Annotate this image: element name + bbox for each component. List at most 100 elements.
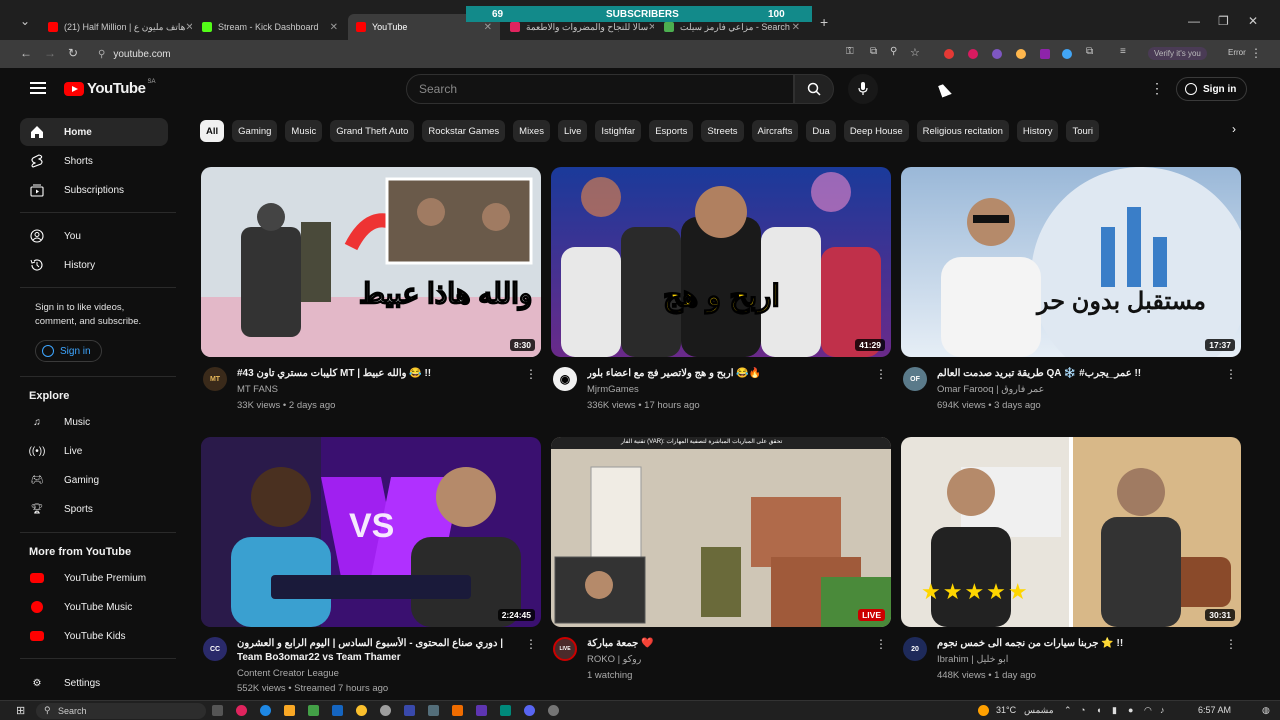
file-explorer-icon[interactable] <box>284 705 295 716</box>
sidebar-item-gaming[interactable]: 🎮︎ Gaming <box>20 466 168 494</box>
chip-all[interactable]: All <box>200 120 225 142</box>
sidebar-item-home[interactable]: Home <box>20 118 168 146</box>
sidebar-item-you[interactable]: You <box>20 222 168 250</box>
video-thumbnail[interactable]: ★★★★★ 30:31 <box>901 437 1241 627</box>
channel-name[interactable]: Content Creator League <box>237 668 339 679</box>
chip-istighfar[interactable]: Istighfar <box>595 120 642 142</box>
weather-temp[interactable]: 31°C <box>996 705 1016 715</box>
close-icon[interactable]: ✕ <box>648 22 654 33</box>
tray-chevron-icon[interactable]: ⌃ <box>1064 705 1072 716</box>
chevron-right-icon[interactable]: › <box>1232 122 1236 136</box>
app-icon[interactable] <box>404 705 415 716</box>
settings-app-icon[interactable] <box>548 705 559 716</box>
video-thumbnail[interactable]: والله هاذا عبيط 8:30 <box>201 167 541 357</box>
channel-name[interactable]: Ibrahim | ابو خليل <box>937 654 1008 665</box>
zoom-icon[interactable]: ⚲ <box>890 46 897 57</box>
sidebar-item-subscriptions[interactable]: Subscriptions <box>20 176 168 204</box>
channel-avatar[interactable]: OF <box>903 367 927 391</box>
new-tab-icon[interactable]: + <box>820 14 828 30</box>
edge-icon[interactable] <box>260 705 271 716</box>
address-bar[interactable]: ⚲ youtube.com <box>92 44 842 64</box>
minimize-icon[interactable]: — <box>1188 14 1200 28</box>
site-info-icon[interactable]: ⚲ <box>98 49 105 60</box>
extension-icon[interactable] <box>1062 49 1072 59</box>
video-title[interactable]: دوري صناع المحتوى - الأسبوع السادس | الي… <box>237 637 527 665</box>
media-controls-icon[interactable]: ≡ <box>1120 46 1126 57</box>
weather-desc[interactable]: مشمس <box>1024 705 1054 716</box>
video-options-icon[interactable]: ⋮ <box>525 367 537 381</box>
verify-chip[interactable]: Verify it's you <box>1148 47 1207 60</box>
chip-gaming[interactable]: Gaming <box>232 120 278 142</box>
video-card[interactable]: تقنية الفار (VAR): تحقق على المباريات ال… <box>551 437 891 687</box>
channel-name[interactable]: MT FANS <box>237 384 278 395</box>
extension-icon[interactable] <box>944 49 954 59</box>
channel-avatar[interactable]: 20 <box>903 637 927 661</box>
channel-name[interactable]: MjrmGames <box>587 384 639 395</box>
sidebar-item-youtube-premium[interactable]: YouTube Premium <box>20 564 168 592</box>
password-icon[interactable]: ⚿ <box>846 46 854 57</box>
chrome-icon[interactable] <box>356 705 367 716</box>
reload-icon[interactable]: ↻ <box>68 46 78 60</box>
sidebar-item-youtube-kids[interactable]: YouTube Kids <box>20 622 168 650</box>
video-thumbnail[interactable]: VS 2:24:45 <box>201 437 541 627</box>
search-button[interactable] <box>794 74 834 104</box>
close-icon[interactable]: ✕ <box>484 22 492 33</box>
video-options-icon[interactable]: ⋮ <box>525 637 537 651</box>
sidebar-item-music[interactable]: ♫ Music <box>20 408 168 436</box>
video-options-icon[interactable]: ⋮ <box>1225 637 1237 651</box>
back-icon[interactable]: ← <box>20 46 32 60</box>
app-icon[interactable] <box>380 705 391 716</box>
task-view-icon[interactable] <box>212 705 223 716</box>
video-title[interactable]: جربنا سيارات من نجمه الى خمس نجوم ⭐ !! <box>937 637 1227 651</box>
chip-esports[interactable]: Esports <box>649 120 694 142</box>
voice-search-button[interactable] <box>848 74 878 104</box>
chip-live[interactable]: Live <box>557 120 588 142</box>
app-icon[interactable] <box>236 705 247 716</box>
chip-music[interactable]: Music <box>285 120 323 142</box>
sidebar-item-live[interactable]: ((•)) Live <box>20 437 168 465</box>
chip-grand-theft-auto[interactable]: Grand Theft Auto <box>330 120 415 142</box>
settings-kebab-icon[interactable]: ⋮ <box>1150 80 1164 97</box>
video-options-icon[interactable]: ⋮ <box>875 367 887 381</box>
close-icon[interactable]: ✕ <box>185 22 192 33</box>
clock-time[interactable]: 6:57 AM <box>1198 705 1231 715</box>
chip-aircrafts[interactable]: Aircrafts <box>751 120 799 142</box>
window-close-icon[interactable]: ✕ <box>1248 14 1258 28</box>
video-thumbnail[interactable]: اربح و هج 41:29 <box>551 167 891 357</box>
video-title[interactable]: جمعة مباركة ❤️ <box>587 637 877 651</box>
app-icon[interactable] <box>452 705 463 716</box>
close-icon[interactable]: ✕ <box>792 22 800 33</box>
app-icon[interactable] <box>500 705 511 716</box>
channel-avatar[interactable]: LIVE <box>553 637 577 661</box>
speaker-icon[interactable]: ♪ <box>1160 705 1165 715</box>
network-icon[interactable]: ◔ <box>1080 705 1085 715</box>
extension-icon[interactable] <box>1016 49 1026 59</box>
video-options-icon[interactable]: ⋮ <box>875 637 887 651</box>
discord-icon[interactable] <box>524 705 535 716</box>
menu-icon[interactable] <box>30 82 46 94</box>
sidebar-item-history[interactable]: History <box>20 251 168 279</box>
channel-name[interactable]: Omar Farooq | عمر فاروق <box>937 384 1044 395</box>
taskbar-search[interactable]: ⚲ Search <box>36 703 206 719</box>
youtube-logo[interactable]: YouTube SA <box>64 79 155 97</box>
forward-icon[interactable]: → <box>44 46 56 60</box>
app-icon[interactable] <box>476 705 487 716</box>
extension-icon[interactable] <box>1040 49 1050 59</box>
video-title[interactable]: #43 كليبات مستري تاون MT | والله عبيط 😂 … <box>237 367 527 381</box>
chip-religious-recitation[interactable]: Religious recitation <box>916 120 1009 142</box>
channel-avatar[interactable]: MT <box>203 367 227 391</box>
sidebar-item-youtube-music[interactable]: YouTube Music <box>20 593 168 621</box>
channel-avatar[interactable]: CC <box>203 637 227 661</box>
app-icon[interactable] <box>332 705 343 716</box>
video-thumbnail[interactable]: تقنية الفار (VAR): تحقق على المباريات ال… <box>551 437 891 627</box>
bookmark-star-icon[interactable]: ☆ <box>910 46 920 59</box>
video-card[interactable]: VS 2:24:45 CC دوري صناع المحتوى - الأسبو… <box>201 437 541 694</box>
install-icon[interactable]: ⧉ <box>870 46 877 57</box>
chip-history[interactable]: History <box>1016 120 1059 142</box>
chip-mixes[interactable]: Mixes <box>513 120 550 142</box>
sidebar-item-sports[interactable]: 🏆︎ Sports <box>20 495 168 523</box>
battery-icon[interactable]: ▮ <box>1112 705 1117 716</box>
video-thumbnail[interactable]: مستقبل بدون حر 17:37 <box>901 167 1241 357</box>
video-title[interactable]: اربح و هج ولاتصير فج مع اعضاء بلور 😂🔥 <box>587 367 877 381</box>
browser-tab-1[interactable]: (21) Half Million | هاتف مليون ع ✕ <box>40 14 192 40</box>
